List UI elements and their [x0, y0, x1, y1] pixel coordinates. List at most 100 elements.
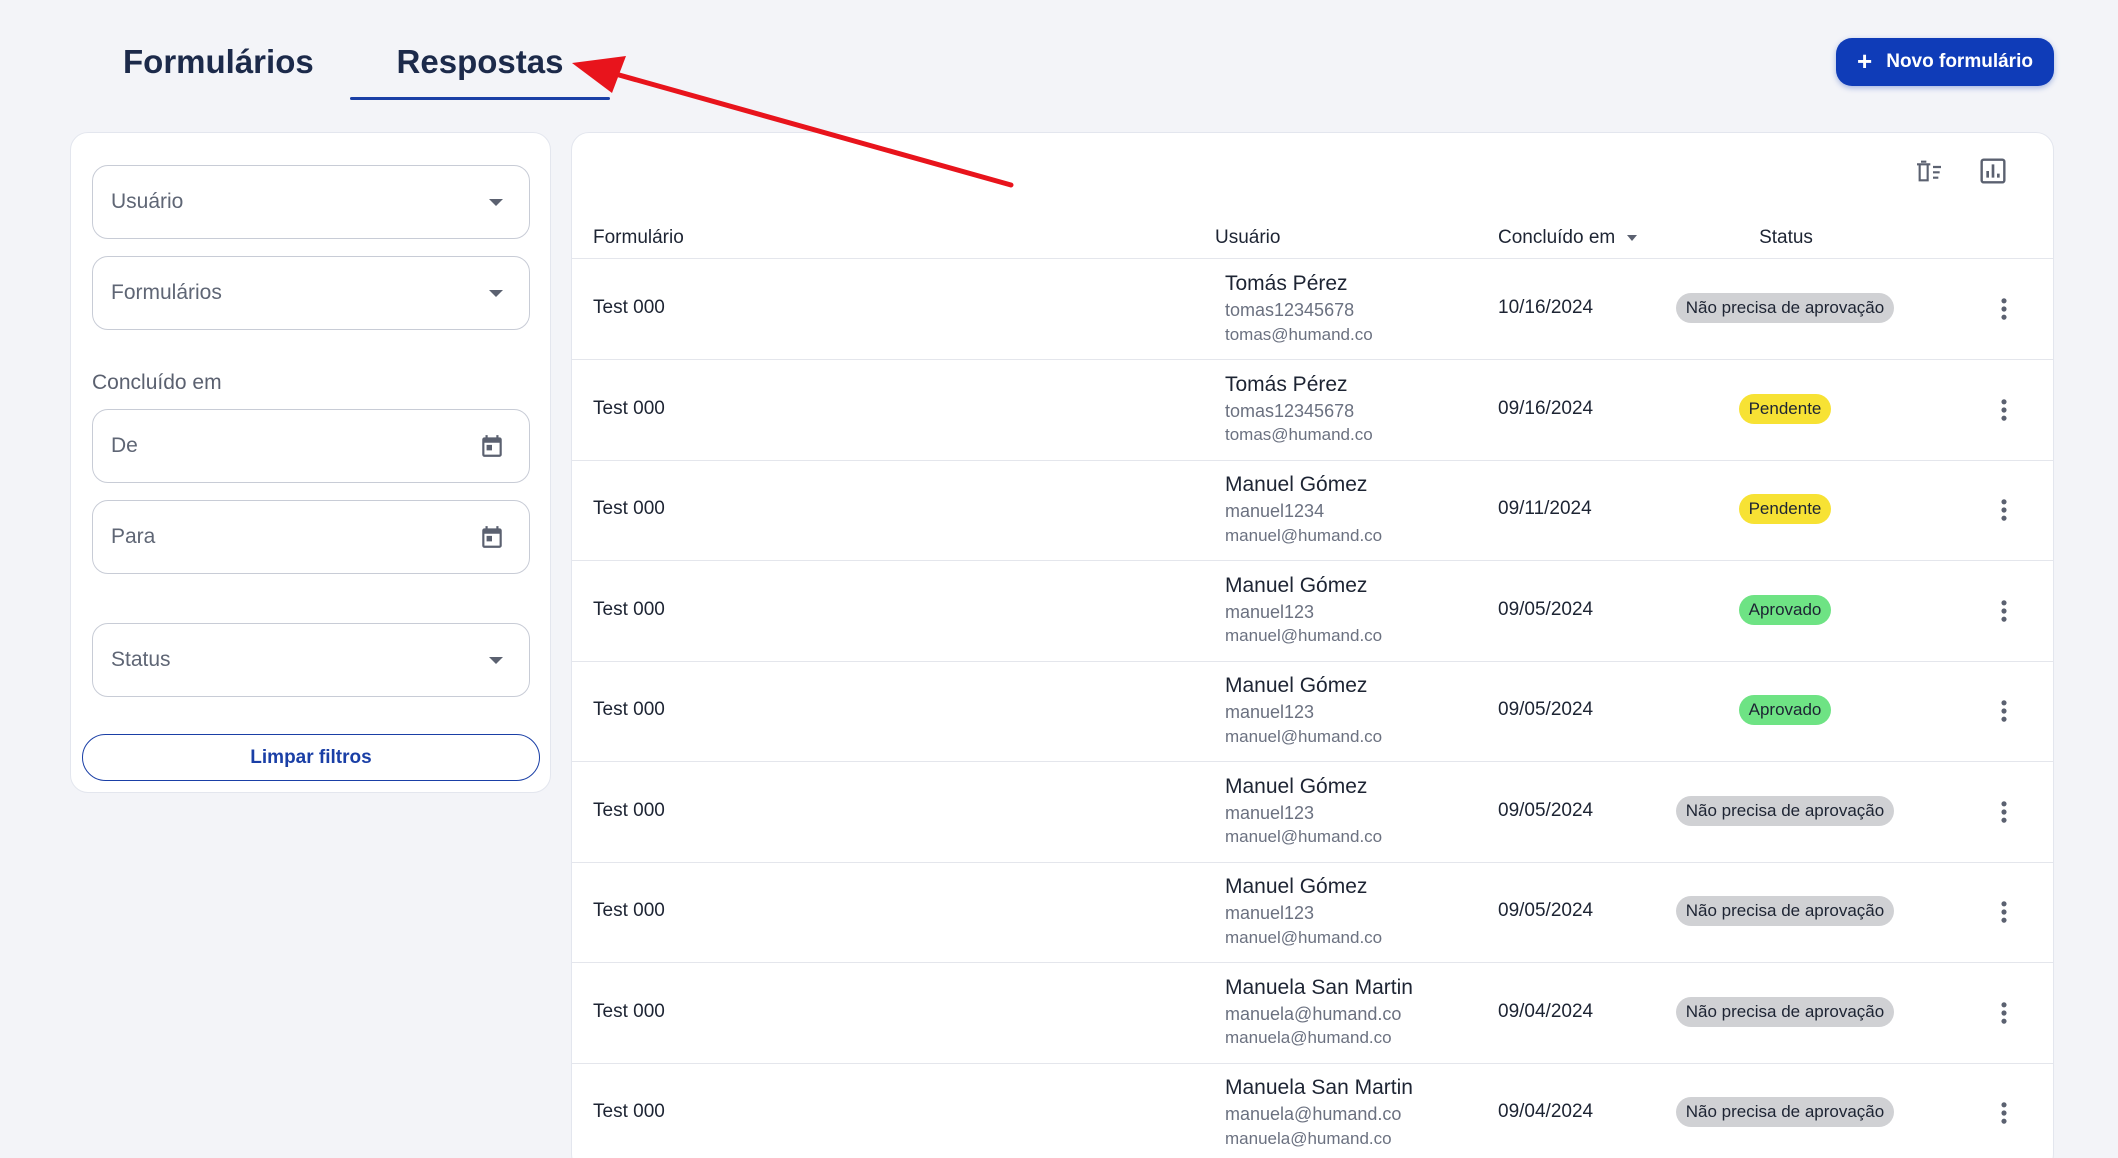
filters-panel: Usuário Formulários Concluído em De Para…: [70, 132, 551, 793]
user-name: Manuel Gómez: [1225, 573, 1368, 597]
new-form-button-label: Novo formulário: [1886, 51, 2033, 72]
tab-bar: Formulários Respostas: [88, 40, 610, 100]
status-badge: Aprovado: [1738, 695, 1832, 725]
status-badge: Não precisa de aprovação: [1675, 1097, 1895, 1127]
clear-filters-button[interactable]: Limpar filtros: [82, 734, 540, 781]
date-to-input[interactable]: Para: [92, 500, 530, 574]
table-row[interactable]: Test 000 Manuel Gómez manuel123 manuel@huma…: [572, 561, 2053, 662]
user-name: Tomás Pérez: [1225, 372, 1348, 396]
status-badge: Não precisa de aprovação: [1675, 896, 1895, 926]
more-options-icon[interactable]: [1990, 693, 2018, 729]
table-row[interactable]: Test 000 Tomás Pérez tomas12345678 tomas@hu…: [572, 360, 2053, 461]
user-cell: Tomás Pérez tomas12345678 tomas@humand.co: [1225, 271, 1373, 345]
forms-filter-placeholder: Formulários: [111, 281, 222, 304]
user-name: Manuela San Martin: [1225, 1076, 1413, 1099]
more-options-icon[interactable]: [1990, 291, 2018, 327]
form-name-cell: Test 000: [593, 598, 665, 620]
status-cell: Pendente: [1662, 393, 1908, 424]
user-cell: Manuela San Martin manuela@humand.co manue…: [1225, 975, 1413, 1049]
completed-date-cell: 09/04/2024: [1498, 1000, 1594, 1022]
form-name-cell: Test 000: [593, 799, 665, 821]
user-username: manuel123: [1225, 601, 1315, 622]
status-cell: Não precisa de aprovação: [1662, 896, 1908, 926]
new-form-button[interactable]: + Novo formulário: [1836, 38, 2054, 86]
table-row[interactable]: Test 000 Manuel Gómez manuel123 manuel@huma…: [572, 862, 2053, 963]
completed-date-cell: 09/05/2024: [1498, 598, 1594, 620]
caret-down-icon: [489, 198, 503, 206]
column-header-status[interactable]: Status: [1673, 227, 1899, 249]
user-cell: Manuel Gómez manuel123 manuel@humand.co: [1225, 573, 1382, 647]
status-badge: Pendente: [1738, 393, 1832, 424]
form-name-cell: Test 000: [593, 699, 665, 720]
form-name-cell: Test 000: [593, 397, 665, 419]
user-cell: Manuela San Martin manuela@humand.co manue…: [1225, 1075, 1413, 1149]
table-row[interactable]: Test 000 Manuela San Martin manuela@humand…: [572, 963, 2053, 1064]
completed-date-cell: 09/05/2024: [1498, 900, 1594, 921]
user-email: manuel@humand.co: [1225, 626, 1383, 646]
more-options-icon[interactable]: [1990, 794, 2018, 830]
more-options-icon[interactable]: [1990, 894, 2018, 930]
completed-filter-label: Concluído em: [92, 371, 222, 394]
user-username: tomas12345678: [1225, 300, 1355, 321]
user-email: manuela@humand.co: [1225, 1128, 1392, 1148]
user-name: Tomás Pérez: [1225, 272, 1348, 295]
status-cell: Não precisa de aprovação: [1662, 795, 1908, 826]
status-badge: Não precisa de aprovação: [1675, 293, 1895, 323]
date-from-input[interactable]: De: [92, 409, 530, 483]
user-cell: Manuel Gómez manuel123 manuel@humand.co: [1225, 673, 1382, 747]
user-name: Manuela San Martin: [1225, 975, 1413, 999]
user-username: manuel123: [1225, 702, 1315, 723]
user-email: manuel@humand.co: [1225, 927, 1383, 947]
user-email: tomas@humand.co: [1225, 324, 1373, 344]
user-name: Manuel Gómez: [1225, 875, 1368, 898]
table-row[interactable]: Test 000 Manuel Gómez manuel1234 manuel@hum…: [572, 460, 2053, 561]
more-options-icon[interactable]: [1990, 1095, 2018, 1131]
column-header-completed[interactable]: Concluído em: [1498, 227, 1638, 249]
more-options-icon[interactable]: [1990, 995, 2018, 1031]
status-cell: Aprovado: [1662, 695, 1908, 725]
delete-columns-icon[interactable]: [1913, 155, 1945, 187]
table-row[interactable]: Test 000 Manuela San Martin manuela@humand…: [572, 1063, 2053, 1158]
status-badge: Não precisa de aprovação: [1675, 795, 1895, 826]
user-name: Manuel Gómez: [1225, 473, 1368, 496]
user-username: manuel123: [1225, 903, 1315, 924]
user-email: manuel@humand.co: [1225, 726, 1383, 746]
more-options-icon[interactable]: [1990, 492, 2018, 528]
more-options-icon[interactable]: [1990, 593, 2018, 629]
user-username: manuela@humand.co: [1225, 1003, 1402, 1024]
calendar-icon[interactable]: [479, 523, 505, 551]
table-row[interactable]: Test 000 Manuel Gómez manuel123 manuel@huma…: [572, 762, 2053, 863]
completed-date-cell: 09/04/2024: [1498, 1101, 1594, 1122]
column-header-completed-label: Concluído em: [1498, 227, 1616, 248]
completed-date-cell: 09/16/2024: [1498, 397, 1594, 419]
more-options-icon[interactable]: [1990, 392, 2018, 428]
user-cell: Manuel Gómez manuel123 manuel@humand.co: [1225, 774, 1382, 848]
completed-date-cell: 09/05/2024: [1498, 799, 1594, 821]
user-username: manuel1234: [1225, 501, 1325, 522]
date-from-placeholder: De: [111, 434, 138, 457]
user-name: Manuel Gómez: [1225, 674, 1368, 697]
tab-respostas[interactable]: Respostas: [350, 40, 610, 100]
user-filter-select[interactable]: Usuário: [92, 165, 530, 239]
user-email: manuel@humand.co: [1225, 827, 1383, 847]
status-cell: Pendente: [1662, 494, 1908, 524]
form-name-cell: Test 000: [593, 297, 665, 318]
status-filter-placeholder: Status: [111, 648, 171, 671]
forms-filter-select[interactable]: Formulários: [92, 256, 530, 330]
table-row[interactable]: Test 000 Tomás Pérez tomas12345678 tomas@hu…: [572, 259, 2053, 360]
user-cell: Manuel Gómez manuel123 manuel@humand.co: [1225, 874, 1382, 948]
user-username: manuel123: [1225, 802, 1315, 823]
calendar-icon[interactable]: [479, 432, 505, 460]
bar-chart-icon[interactable]: [1977, 155, 2009, 187]
user-email: manuel@humand.co: [1225, 525, 1383, 545]
user-email: manuela@humand.co: [1225, 1028, 1392, 1048]
column-header-form[interactable]: Formulário: [593, 227, 684, 249]
table-row[interactable]: Test 000 Manuel Gómez manuel123 manuel@huma…: [572, 661, 2053, 762]
plus-icon: +: [1857, 46, 1873, 76]
column-header-user[interactable]: Usuário: [1215, 227, 1280, 249]
caret-down-icon: [489, 289, 503, 297]
tab-formularios[interactable]: Formulários: [88, 40, 350, 100]
status-filter-select[interactable]: Status: [92, 623, 530, 697]
user-filter-placeholder: Usuário: [111, 190, 184, 213]
status-cell: Não precisa de aprovação: [1662, 996, 1908, 1027]
